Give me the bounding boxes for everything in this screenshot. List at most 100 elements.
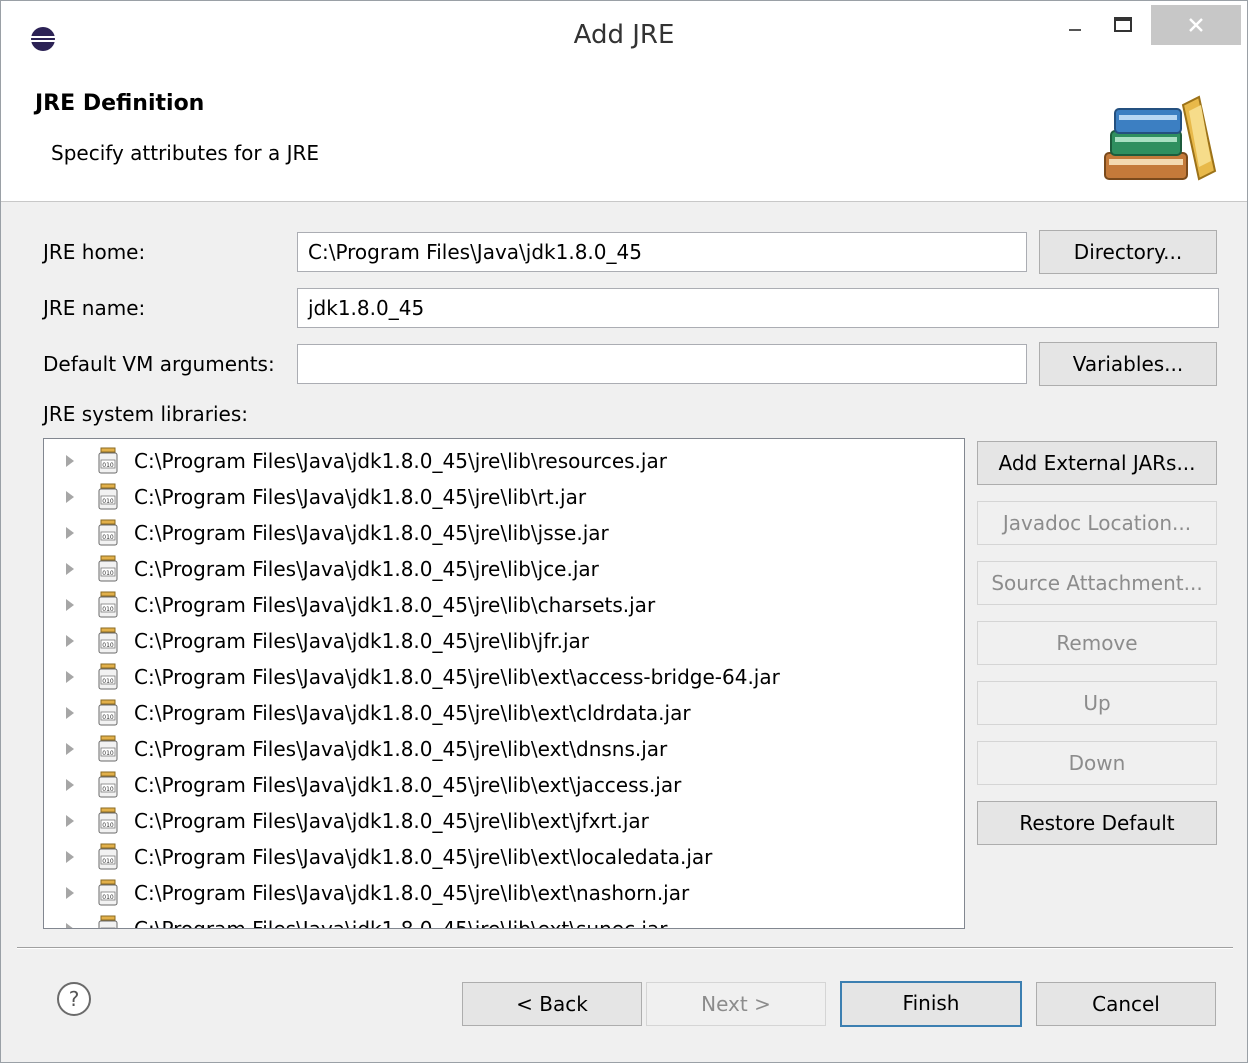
library-path: C:\Program Files\Java\jdk1.8.0_45\jre\li… [134,521,609,545]
vm-arguments-input[interactable] [297,344,1027,384]
svg-text:010: 010 [102,858,114,865]
svg-text:010: 010 [102,534,114,541]
library-row[interactable]: 010 C:\Program Files\Java\jdk1.8.0_45\jre… [44,551,924,587]
svg-text:010: 010 [102,570,114,577]
library-path: C:\Program Files\Java\jdk1.8.0_45\jre\li… [134,917,668,929]
svg-text:010: 010 [102,606,114,613]
expand-arrow-icon[interactable] [66,671,74,683]
library-row[interactable]: 010 C:\Program Files\Java\jdk1.8.0_45\jre… [44,767,924,803]
svg-text:010: 010 [102,498,114,505]
cancel-button[interactable]: Cancel [1036,982,1216,1026]
library-path: C:\Program Files\Java\jdk1.8.0_45\jre\li… [134,809,649,833]
add-external-jars-button[interactable]: Add External JARs... [977,441,1217,485]
minimize-button[interactable] [1053,5,1097,45]
source-attachment-button[interactable]: Source Attachment... [977,561,1217,605]
library-path: C:\Program Files\Java\jdk1.8.0_45\jre\li… [134,449,667,473]
expand-arrow-icon[interactable] [66,743,74,755]
svg-text:010: 010 [102,894,114,901]
add-jre-dialog: Add JRE JRE Definition Specify attribute… [0,0,1248,1063]
jar-icon: 010 [98,555,118,582]
library-row[interactable]: 010 C:\Program Files\Java\jdk1.8.0_45\jre… [44,695,924,731]
expand-arrow-icon[interactable] [66,599,74,611]
library-path: C:\Program Files\Java\jdk1.8.0_45\jre\li… [134,737,668,761]
library-path: C:\Program Files\Java\jdk1.8.0_45\jre\li… [134,629,590,653]
close-icon [1189,18,1203,32]
library-row[interactable]: 010 C:\Program Files\Java\jdk1.8.0_45\jre… [44,659,924,695]
expand-arrow-icon[interactable] [66,707,74,719]
expand-arrow-icon[interactable] [66,851,74,863]
jar-icon: 010 [98,843,118,870]
next-button[interactable]: Next > [646,982,826,1026]
expand-arrow-icon[interactable] [66,923,74,928]
svg-text:010: 010 [102,642,114,649]
close-button[interactable] [1151,5,1241,45]
library-path: C:\Program Files\Java\jdk1.8.0_45\jre\li… [134,881,690,905]
expand-arrow-icon[interactable] [66,635,74,647]
variables-button[interactable]: Variables... [1039,342,1217,386]
up-button[interactable]: Up [977,681,1217,725]
header-subtitle: Specify attributes for a JRE [51,141,320,165]
library-row[interactable]: 010 C:\Program Files\Java\jdk1.8.0_45\jre… [44,623,924,659]
finish-button[interactable]: Finish [840,981,1022,1027]
jar-icon: 010 [98,807,118,834]
jar-icon: 010 [98,447,118,474]
svg-text:?: ? [69,987,80,1011]
jar-icon: 010 [98,663,118,690]
directory-button[interactable]: Directory... [1039,230,1217,274]
jar-icon: 010 [98,591,118,618]
jar-icon: 010 [98,627,118,654]
library-row[interactable]: 010 C:\Program Files\Java\jdk1.8.0_45\jre… [44,839,924,875]
jar-icon: 010 [98,483,118,510]
minimize-icon [1069,29,1081,31]
remove-button[interactable]: Remove [977,621,1217,665]
library-row[interactable]: 010 C:\Program Files\Java\jdk1.8.0_45\jre… [44,443,924,479]
maximize-icon [1114,17,1132,32]
library-path: C:\Program Files\Java\jdk1.8.0_45\jre\li… [134,665,780,689]
title-bar: Add JRE [1,1,1247,69]
jre-home-input[interactable]: C:\Program Files\Java\jdk1.8.0_45 [297,232,1027,272]
expand-arrow-icon[interactable] [66,563,74,575]
library-path: C:\Program Files\Java\jdk1.8.0_45\jre\li… [134,593,656,617]
down-button[interactable]: Down [977,741,1217,785]
jre-name-input[interactable]: jdk1.8.0_45 [297,288,1219,328]
library-row[interactable]: 010 C:\Program Files\Java\jdk1.8.0_45\jre… [44,731,924,767]
vm-arguments-label: Default VM arguments: [43,352,275,376]
restore-default-button[interactable]: Restore Default [977,801,1217,845]
wizard-header: JRE Definition Specify attributes for a … [1,69,1247,202]
expand-arrow-icon[interactable] [66,455,74,467]
library-row[interactable]: 010 C:\Program Files\Java\jdk1.8.0_45\jre… [44,803,924,839]
maximize-button[interactable] [1101,5,1145,45]
library-path: C:\Program Files\Java\jdk1.8.0_45\jre\li… [134,773,682,797]
expand-arrow-icon[interactable] [66,491,74,503]
system-libraries-list[interactable]: 010 C:\Program Files\Java\jdk1.8.0_45\jre… [43,438,965,929]
library-row[interactable]: 010 C:\Program Files\Java\jdk1.8.0_45\jre… [44,515,924,551]
library-path: C:\Program Files\Java\jdk1.8.0_45\jre\li… [134,485,587,509]
jar-icon: 010 [98,915,118,928]
library-row[interactable]: 010 C:\Program Files\Java\jdk1.8.0_45\jre… [44,587,924,623]
jar-icon: 010 [98,735,118,762]
jar-icon: 010 [98,771,118,798]
footer-separator [17,947,1233,949]
header-title: JRE Definition [35,91,205,116]
svg-text:010: 010 [102,678,114,685]
help-icon[interactable]: ? [56,981,92,1017]
books-icon [1104,95,1217,181]
jar-icon: 010 [98,879,118,906]
javadoc-location-button[interactable]: Javadoc Location... [977,501,1217,545]
expand-arrow-icon[interactable] [66,779,74,791]
library-row[interactable]: 010 C:\Program Files\Java\jdk1.8.0_45\jre… [44,875,924,911]
jre-name-label: JRE name: [43,296,146,320]
system-libraries-label: JRE system libraries: [43,402,248,426]
library-path: C:\Program Files\Java\jdk1.8.0_45\jre\li… [134,557,599,581]
expand-arrow-icon[interactable] [66,887,74,899]
library-row[interactable]: 010 C:\Program Files\Java\jdk1.8.0_45\jre… [44,911,924,929]
expand-arrow-icon[interactable] [66,527,74,539]
svg-text:010: 010 [102,750,114,757]
jar-icon: 010 [98,699,118,726]
library-row[interactable]: 010 C:\Program Files\Java\jdk1.8.0_45\jre… [44,479,924,515]
svg-text:010: 010 [102,714,114,721]
back-button[interactable]: < Back [462,982,642,1026]
expand-arrow-icon[interactable] [66,815,74,827]
svg-text:010: 010 [102,822,114,829]
library-path: C:\Program Files\Java\jdk1.8.0_45\jre\li… [134,845,713,869]
